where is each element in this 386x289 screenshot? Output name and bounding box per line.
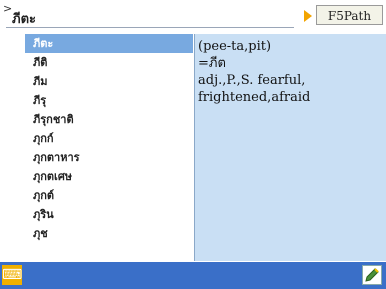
list-item[interactable]: ภุกก์ — [25, 129, 195, 148]
search-bar: > F5Path — [0, 0, 386, 34]
list-item[interactable]: ภีติ — [25, 53, 195, 72]
definition-line: (pee-ta,pit) — [198, 39, 272, 54]
list-item[interactable]: ภุกตเศษ — [25, 167, 195, 186]
dictionary-app: > F5Path ภีตะ ภีติ ภีม ภีรุ ภีรุกชาติ ภุ… — [0, 0, 386, 289]
list-item[interactable]: ภุกตาหาร — [25, 148, 195, 167]
search-underline — [6, 27, 294, 28]
list-item[interactable]: ภีรุกชาติ — [25, 110, 195, 129]
word-list: ภีตะ ภีติ ภีม ภีรุ ภีรุกชาติ ภุกก์ ภุกตา… — [25, 34, 195, 261]
definition-line: frightened,afraid — [198, 90, 311, 105]
definition-line: adj.,P.,S. fearful, — [198, 73, 306, 88]
list-item[interactable]: ภีตะ — [25, 34, 193, 53]
dictionary-path-button[interactable]: F5Path — [316, 5, 383, 25]
definition-pane: (pee-ta,pit) =ภีต adj.,P.,S. fearful, fr… — [194, 34, 386, 261]
list-item[interactable]: ภุช — [25, 224, 195, 243]
bottom-toolbar: ⌨ — [0, 262, 386, 289]
list-item[interactable]: ภีม — [25, 72, 195, 91]
list-item[interactable]: ภุกต์ — [25, 186, 195, 205]
go-arrow-icon[interactable] — [304, 10, 312, 22]
list-item[interactable]: ภุริน — [25, 205, 195, 224]
edit-icon-graphic — [365, 268, 379, 282]
definition-line: =ภีต — [198, 56, 226, 71]
edit-icon[interactable] — [362, 265, 382, 285]
list-item[interactable]: ภีรุ — [25, 91, 195, 110]
keyboard-icon[interactable]: ⌨ — [2, 265, 22, 285]
